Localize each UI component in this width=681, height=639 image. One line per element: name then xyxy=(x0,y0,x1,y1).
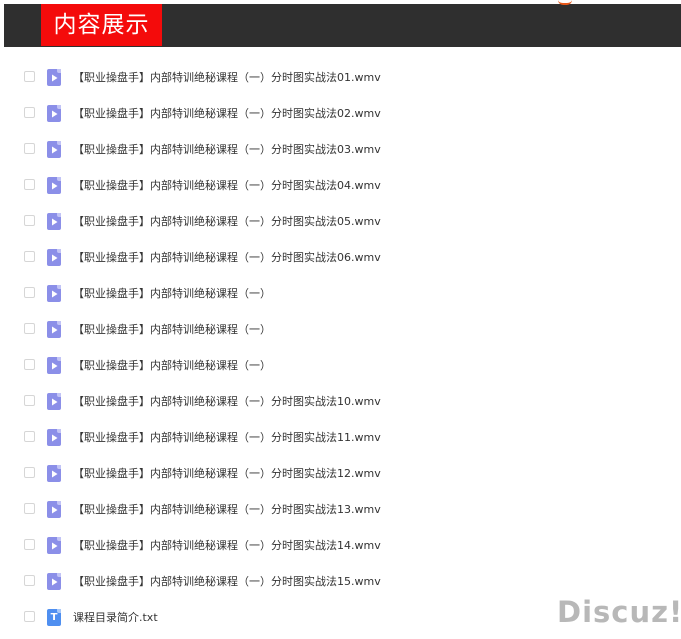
video-file-icon xyxy=(47,465,61,482)
file-row[interactable]: 【职业操盘手】内部特训绝秘课程（一）分时图实战法10.wmv xyxy=(0,384,681,420)
video-file-icon xyxy=(47,69,61,86)
file-checkbox[interactable] xyxy=(24,467,35,478)
file-name[interactable]: 【职业操盘手】内部特训绝秘课程（一） xyxy=(73,358,271,374)
file-checkbox[interactable] xyxy=(24,503,35,514)
file-name[interactable]: 课程目录简介.txt xyxy=(73,610,158,626)
file-checkbox[interactable] xyxy=(24,611,35,622)
file-checkbox[interactable] xyxy=(24,539,35,550)
file-checkbox[interactable] xyxy=(24,251,35,262)
video-file-icon xyxy=(47,249,61,266)
file-checkbox[interactable] xyxy=(24,431,35,442)
file-checkbox[interactable] xyxy=(24,215,35,226)
file-checkbox[interactable] xyxy=(24,575,35,586)
file-row[interactable]: 【职业操盘手】内部特训绝秘课程（一）分时图实战法05.wmv xyxy=(0,204,681,240)
file-row[interactable]: 【职业操盘手】内部特训绝秘课程（一）分时图实战法03.wmv xyxy=(0,132,681,168)
video-file-icon xyxy=(47,501,61,518)
page-title: 内容展示 xyxy=(41,4,162,46)
file-checkbox[interactable] xyxy=(24,143,35,154)
video-file-icon xyxy=(47,285,61,302)
text-file-icon: T xyxy=(47,609,61,626)
file-name[interactable]: 【职业操盘手】内部特训绝秘课程（一）分时图实战法11.wmv xyxy=(73,430,381,446)
file-row[interactable]: 【职业操盘手】内部特训绝秘课程（一） xyxy=(0,348,681,384)
file-checkbox[interactable] xyxy=(24,107,35,118)
video-file-icon xyxy=(47,537,61,554)
file-name[interactable]: 【职业操盘手】内部特训绝秘课程（一）分时图实战法04.wmv xyxy=(73,178,381,194)
file-checkbox[interactable] xyxy=(24,395,35,406)
file-name[interactable]: 【职业操盘手】内部特训绝秘课程（一）分时图实战法12.wmv xyxy=(73,466,381,482)
file-checkbox[interactable] xyxy=(24,71,35,82)
video-file-icon xyxy=(47,177,61,194)
file-checkbox[interactable] xyxy=(24,323,35,334)
video-file-icon xyxy=(47,357,61,374)
file-name[interactable]: 【职业操盘手】内部特训绝秘课程（一） xyxy=(73,322,271,338)
video-file-icon xyxy=(47,393,61,410)
file-checkbox[interactable] xyxy=(24,287,35,298)
file-name[interactable]: 【职业操盘手】内部特训绝秘课程（一）分时图实战法01.wmv xyxy=(73,70,381,86)
file-name[interactable]: 【职业操盘手】内部特训绝秘课程（一）分时图实战法06.wmv xyxy=(73,250,381,266)
discuz-watermark: Discuz! xyxy=(557,595,681,629)
file-row[interactable]: 【职业操盘手】内部特训绝秘课程（一）分时图实战法01.wmv xyxy=(0,60,681,96)
file-row[interactable]: 【职业操盘手】内部特训绝秘课程（一）分时图实战法02.wmv xyxy=(0,96,681,132)
file-row[interactable]: 【职业操盘手】内部特训绝秘课程（一） xyxy=(0,276,681,312)
video-file-icon xyxy=(47,141,61,158)
file-name[interactable]: 【职业操盘手】内部特训绝秘课程（一）分时图实战法15.wmv xyxy=(73,574,381,590)
file-name[interactable]: 【职业操盘手】内部特训绝秘课程（一）分时图实战法14.wmv xyxy=(73,538,381,554)
file-checkbox[interactable] xyxy=(24,179,35,190)
file-row[interactable]: 【职业操盘手】内部特训绝秘课程（一）分时图实战法12.wmv xyxy=(0,456,681,492)
video-file-icon xyxy=(47,429,61,446)
video-file-icon xyxy=(47,105,61,122)
file-name[interactable]: 【职业操盘手】内部特训绝秘课程（一）分时图实战法02.wmv xyxy=(73,106,381,122)
file-list: 【职业操盘手】内部特训绝秘课程（一）分时图实战法01.wmv 【职业操盘手】内部特… xyxy=(0,60,681,636)
file-checkbox[interactable] xyxy=(24,359,35,370)
video-file-icon xyxy=(47,321,61,338)
video-file-icon xyxy=(47,573,61,590)
file-name[interactable]: 【职业操盘手】内部特训绝秘课程（一）分时图实战法13.wmv xyxy=(73,502,381,518)
file-name[interactable]: 【职业操盘手】内部特训绝秘课程（一）分时图实战法03.wmv xyxy=(73,142,381,158)
file-row[interactable]: 【职业操盘手】内部特训绝秘课程（一）分时图实战法04.wmv xyxy=(0,168,681,204)
file-name[interactable]: 【职业操盘手】内部特训绝秘课程（一） xyxy=(73,286,271,302)
video-file-icon xyxy=(47,213,61,230)
file-row[interactable]: 【职业操盘手】内部特训绝秘课程（一）分时图实战法13.wmv xyxy=(0,492,681,528)
file-row[interactable]: 【职业操盘手】内部特训绝秘课程（一）分时图实战法11.wmv xyxy=(0,420,681,456)
file-row[interactable]: 【职业操盘手】内部特训绝秘课程（一）分时图实战法06.wmv xyxy=(0,240,681,276)
file-row[interactable]: 【职业操盘手】内部特训绝秘课程（一） xyxy=(0,312,681,348)
file-name[interactable]: 【职业操盘手】内部特训绝秘课程（一）分时图实战法05.wmv xyxy=(73,214,381,230)
file-name[interactable]: 【职业操盘手】内部特训绝秘课程（一）分时图实战法10.wmv xyxy=(73,394,381,410)
file-row[interactable]: 【职业操盘手】内部特训绝秘课程（一）分时图实战法14.wmv xyxy=(0,528,681,564)
